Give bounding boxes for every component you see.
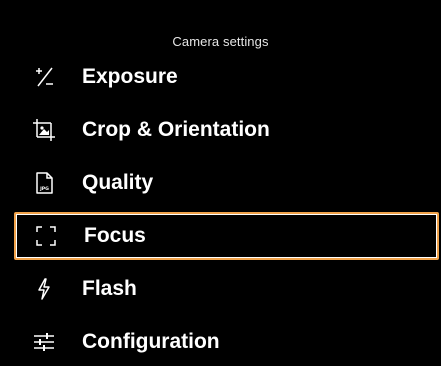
menu-item-label: Flash xyxy=(82,277,137,300)
menu-item-quality[interactable]: JPG Quality xyxy=(14,159,439,207)
sliders-icon xyxy=(32,330,56,354)
settings-menu: Exposure Crop & Orientation JPG Quality … xyxy=(0,0,441,358)
menu-item-exposure[interactable]: Exposure xyxy=(14,53,439,101)
camera-settings-panel: Camera settings Exposure Crop & Orientat… xyxy=(0,0,441,358)
jpg-file-icon: JPG xyxy=(32,171,56,195)
menu-item-label: Crop & Orientation xyxy=(82,118,270,141)
svg-text:JPG: JPG xyxy=(39,186,49,192)
menu-item-configuration[interactable]: Configuration xyxy=(14,318,439,366)
flash-icon xyxy=(32,277,56,301)
focus-brackets-icon xyxy=(34,224,58,248)
menu-item-label: Exposure xyxy=(82,65,178,88)
menu-item-flash[interactable]: Flash xyxy=(14,265,439,313)
exposure-plus-minus-icon xyxy=(32,65,56,89)
menu-item-focus[interactable]: Focus xyxy=(14,212,439,260)
crop-image-icon xyxy=(32,118,56,142)
menu-item-label: Quality xyxy=(82,171,154,194)
menu-item-label: Configuration xyxy=(82,330,220,353)
menu-item-label: Focus xyxy=(84,224,146,247)
menu-item-crop-orientation[interactable]: Crop & Orientation xyxy=(14,106,439,154)
